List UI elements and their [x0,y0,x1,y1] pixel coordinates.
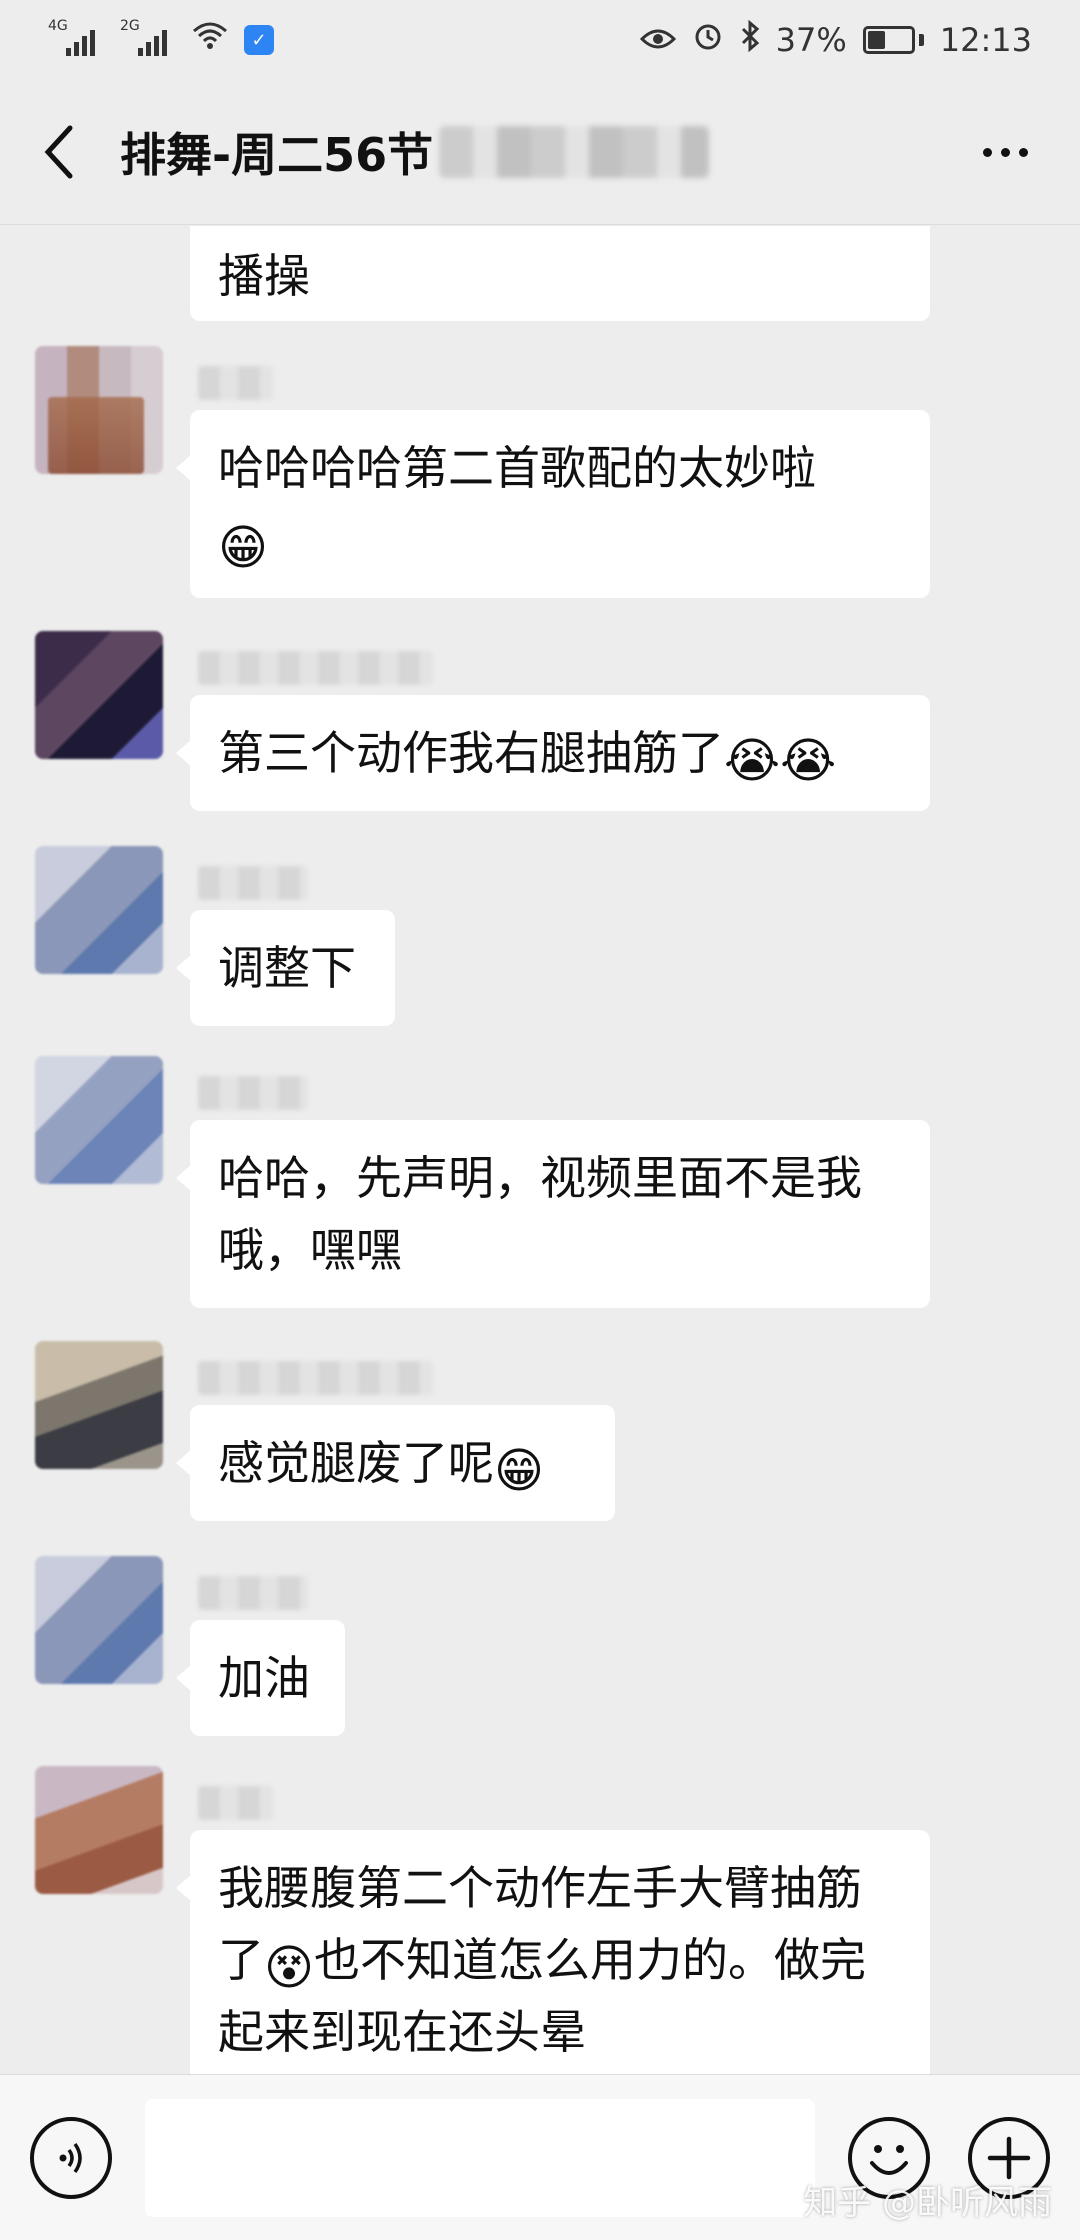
more-dots-icon [982,147,992,157]
eye-icon [639,21,676,59]
grin-emoji-icon: 😁 [494,1443,545,1499]
voice-button[interactable] [30,2117,112,2199]
back-button[interactable] [0,80,120,224]
message-text: 哈哈哈哈第二首歌配的太妙啦 [218,441,816,495]
voice-icon [59,2142,82,2174]
chat-title: 排舞-周二56节 [120,128,434,182]
message-bubble[interactable]: 哈哈哈哈第二首歌配的太妙啦 😁 [176,410,930,598]
signal-4g-icon: 4G [48,18,104,58]
status-left: 4G 2G ✓ [48,18,274,59]
grin-emoji-icon: 😁 [218,520,269,576]
chat-message-list[interactable]: 播操 哈哈哈哈第二首歌配的太妙啦 😁 第三个动作我右腿抽筋了😭😭 调整下 哈哈，… [0,226,1080,2074]
wifi-icon [192,21,228,59]
sender-name-redacted [198,1361,433,1395]
message-bubble[interactable]: 第三个动作我右腿抽筋了😭😭 [176,695,930,811]
chat-header: 排舞-周二56节 [0,80,1080,225]
crying-emoji-icon: 😭😭 [724,733,837,789]
message-text: 调整下 [218,941,356,995]
status-right: 37% 12:13 [639,19,1032,60]
message-bubble[interactable]: 播操 [190,226,930,321]
message-bubble[interactable]: 哈哈，先声明，视频里面不是我哦，嘿嘿 [176,1120,930,1308]
signal-2g-label: 2G [120,18,140,34]
dizzy-emoji-icon: 😵 [264,1940,315,1996]
message-bubble[interactable]: 我腰腹第二个动作左手大臂抽筋了😵也不知道怎么用力的。做完起来到现在还头晕 [176,1830,930,2074]
bluetooth-icon [740,19,760,60]
more-button[interactable] [970,117,1040,187]
avatar[interactable] [35,1341,163,1469]
message-text: 感觉腿废了呢 [218,1436,494,1490]
avatar[interactable] [35,1766,163,1894]
sender-name-redacted [198,366,273,400]
message-text: 哈哈，先声明，视频里面不是我哦，嘿嘿 [218,1151,862,1277]
message-text: 加油 [218,1651,310,1705]
sender-name-redacted [198,1786,273,1820]
status-time: 12:13 [939,21,1032,59]
avatar[interactable] [35,1556,163,1684]
avatar[interactable] [35,1056,163,1184]
signal-4g-label: 4G [48,18,68,34]
avatar[interactable] [35,631,163,759]
input-bar: 知乎 @卧听风雨 [0,2074,1080,2240]
watermark: 知乎 @卧听风雨 [803,2183,1052,2223]
message-bubble[interactable]: 加油 [176,1620,345,1736]
message-input[interactable] [145,2099,815,2217]
battery-icon [862,26,924,54]
message-bubble[interactable]: 感觉腿废了呢😁 [176,1405,615,1521]
signal-2g-icon: 2G [120,18,176,58]
message-text: 播操 [218,249,310,303]
alarm-icon [692,20,724,60]
sender-name-redacted [198,1076,308,1110]
back-arrow-icon [44,125,73,179]
shield-icon: ✓ [244,25,274,55]
title-redacted-blur [439,126,710,178]
message-text-continued: 也不知道怎么用力的。做完起来到现在还头晕 [218,1933,867,2059]
battery-percent: 37% [775,21,847,59]
status-bar: 4G 2G ✓ 37% 12:13 [0,0,1080,80]
sender-name-redacted [198,1576,308,1610]
message-text: 第三个动作我右腿抽筋了 [218,726,724,780]
sender-name-redacted [198,866,308,900]
message-bubble[interactable]: 调整下 [176,910,395,1026]
avatar[interactable] [35,346,163,474]
sender-name-redacted [198,651,433,685]
avatar[interactable] [35,846,163,974]
